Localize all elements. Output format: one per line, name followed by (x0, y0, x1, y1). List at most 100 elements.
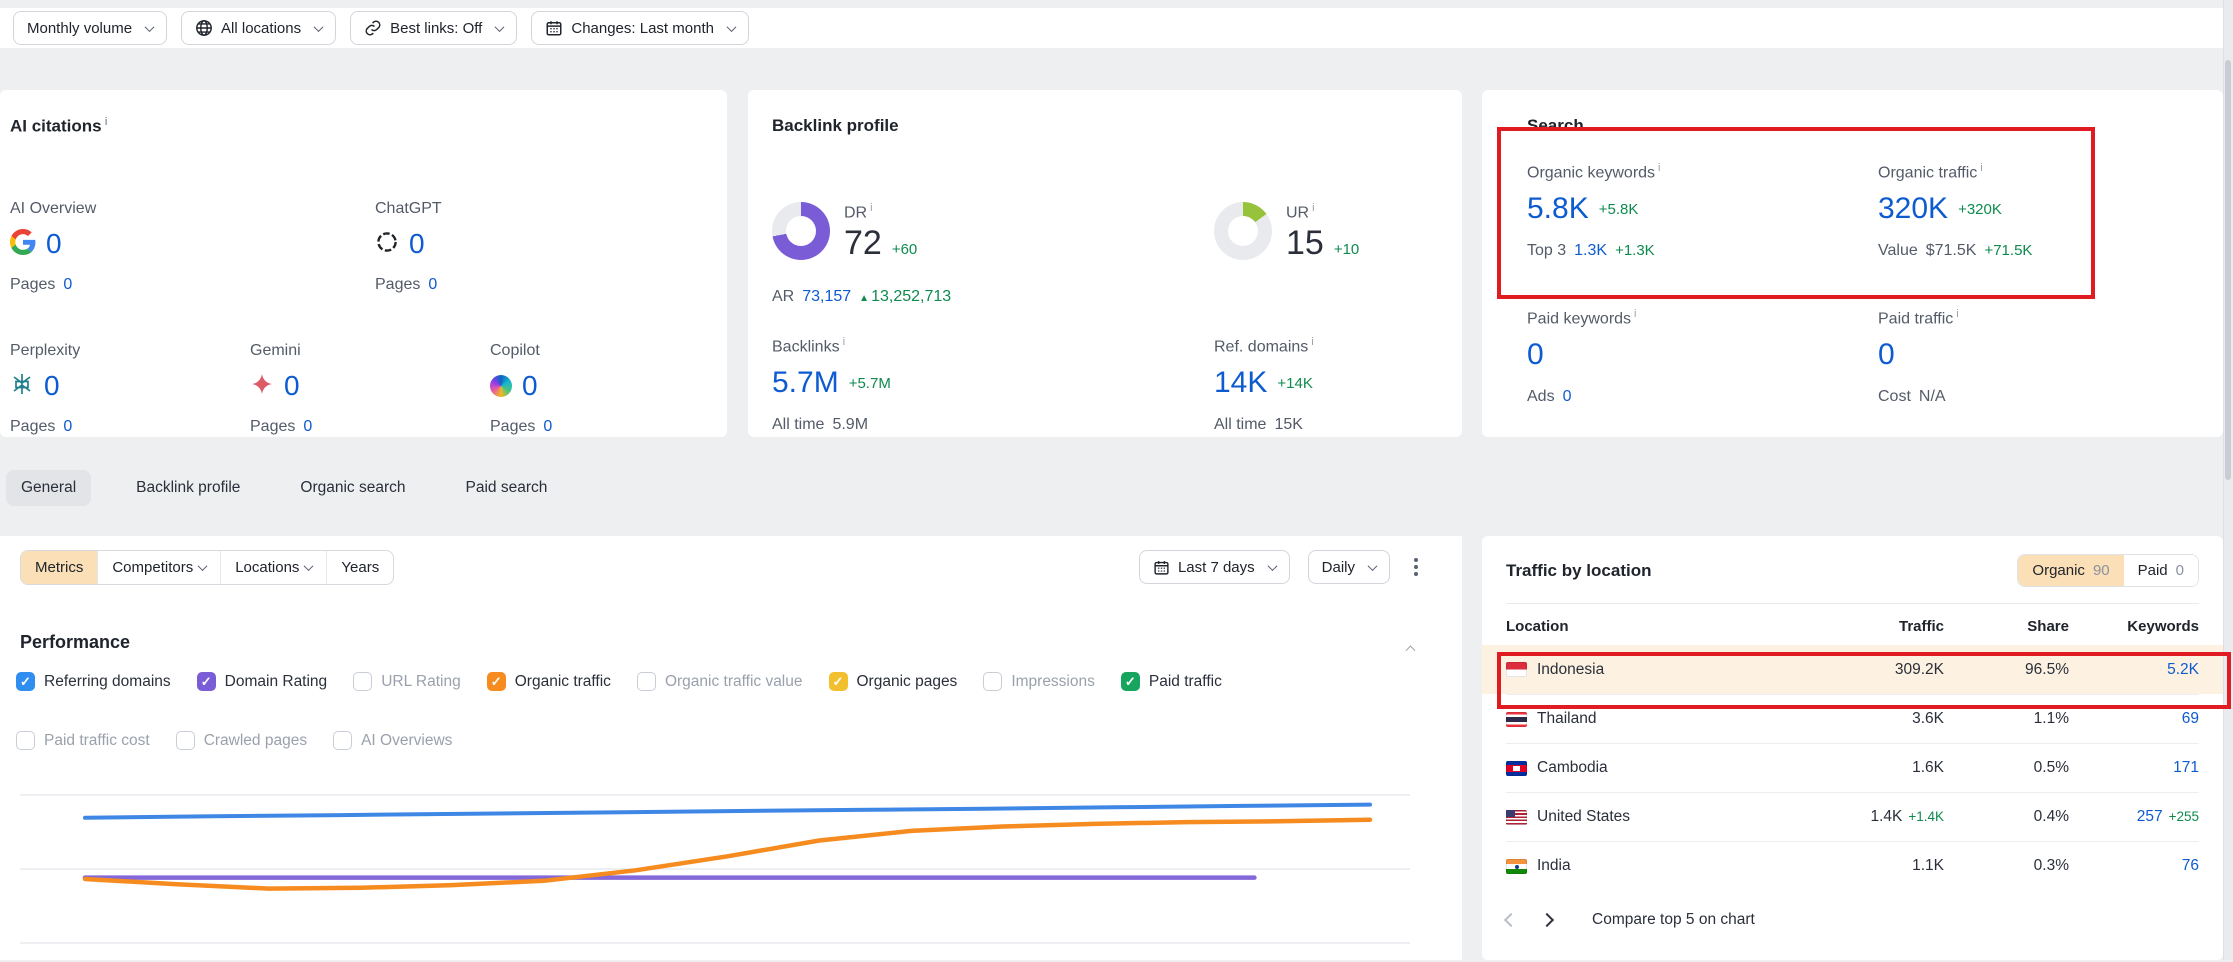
kebab-menu-icon[interactable] (1414, 565, 1418, 569)
ads-value-link[interactable]: 0 (1563, 388, 1572, 406)
checkbox-crawled-pages[interactable]: Crawled pages (176, 731, 307, 750)
monthly-volume-filter[interactable]: Monthly volume (13, 11, 167, 45)
date-range-button[interactable]: Last 7 days (1139, 550, 1290, 584)
table-row-india[interactable]: India 1.1K 0.3% 76 (1506, 841, 2199, 890)
checkbox-icon (176, 731, 195, 750)
pages-count-link[interactable]: 0 (543, 418, 552, 436)
info-icon[interactable] (105, 116, 108, 128)
paid-traffic-value-link[interactable]: 0 (1878, 338, 1895, 372)
checkbox-impressions[interactable]: Impressions (983, 672, 1095, 691)
paid-traffic-label: Paid traffic (1878, 308, 1959, 328)
gemini-value[interactable]: 0 (284, 370, 300, 402)
col-share: Share (1944, 618, 2069, 635)
perplexity-value[interactable]: 0 (44, 370, 60, 402)
table-row-thailand[interactable]: Thailand 3.6K 1.1% 69 (1506, 694, 2199, 743)
collapse-section-button[interactable] (1401, 638, 1414, 656)
scrollbar-thumb[interactable] (2225, 60, 2231, 480)
compare-top5-link[interactable]: Compare top 5 on chart (1592, 911, 1755, 929)
info-icon[interactable] (1311, 336, 1313, 348)
toggle-organic[interactable]: Organic90 (2018, 555, 2123, 586)
checkbox-paid-traffic[interactable]: Paid traffic (1121, 672, 1222, 691)
pages-count-link[interactable]: 0 (63, 418, 72, 436)
keywords-cell-link[interactable]: 69 (2069, 710, 2199, 728)
changes-filter[interactable]: Changes: Last month (531, 11, 749, 45)
granularity-label: Daily (1322, 559, 1355, 576)
previous-page-button[interactable] (1504, 913, 1518, 927)
ai-overview-value[interactable]: 0 (46, 228, 62, 260)
checkbox-organic-traffic-value[interactable]: Organic traffic value (637, 672, 803, 691)
checkbox-url-rating[interactable]: URL Rating (353, 672, 461, 691)
ar-value-link[interactable]: 73,157 (802, 288, 851, 306)
paid-keywords-value-link[interactable]: 0 (1527, 338, 1544, 372)
ahrefs-rank-line: AR 73,157 13,252,713 (772, 288, 951, 306)
tab-general[interactable]: General (6, 470, 91, 506)
keywords-cell-link[interactable]: 171 (2069, 759, 2199, 777)
domain-rating-block: DR 72+60 (772, 202, 917, 263)
toggle-paid[interactable]: Paid0 (2124, 555, 2198, 586)
copilot-value[interactable]: 0 (522, 370, 538, 402)
gemini-icon (250, 372, 274, 401)
pages-count-link[interactable]: 0 (428, 276, 437, 294)
keywords-cell-link[interactable]: 76 (2069, 857, 2199, 875)
checkbox-domain-rating[interactable]: Domain Rating (197, 672, 328, 691)
referring-domains-line (85, 805, 1370, 818)
chatgpt-value[interactable]: 0 (409, 228, 425, 260)
locations-filter[interactable]: All locations (181, 11, 336, 45)
chevron-down-icon (727, 22, 737, 32)
table-row-indonesia[interactable]: Indonesia 309.2K 96.5% 5.2K (1482, 645, 2223, 694)
share-cell: 96.5% (1944, 661, 2069, 679)
keywords-delta: +255 (2169, 809, 2199, 824)
gemini-label: Gemini (250, 342, 312, 360)
copilot-label: Copilot (490, 342, 552, 360)
gemini-stat: Gemini 0 Pages0 (250, 342, 312, 436)
segment-metrics[interactable]: Metrics (21, 551, 97, 584)
link-icon (364, 19, 382, 37)
tab-organic-search[interactable]: Organic search (285, 470, 420, 506)
segment-competitors[interactable]: Competitors (97, 551, 220, 584)
info-icon[interactable] (1956, 308, 1958, 320)
checkbox-ai-overviews[interactable]: AI Overviews (333, 731, 452, 750)
best-links-filter[interactable]: Best links: Off (350, 11, 517, 45)
checkbox-icon (333, 731, 352, 750)
backlink-profile-title: Backlink profile (772, 116, 1438, 136)
segment-locations[interactable]: Locations (220, 551, 326, 584)
organic-traffic-label: Organic traffic (1878, 162, 2032, 182)
pages-count-link[interactable]: 0 (63, 276, 72, 294)
ref-domains-value-link[interactable]: 14K (1214, 366, 1267, 400)
info-icon[interactable] (1634, 308, 1636, 320)
info-icon[interactable] (843, 336, 845, 348)
pages-count-link[interactable]: 0 (303, 418, 312, 436)
keywords-cell-link[interactable]: 5.2K (2069, 661, 2199, 679)
chart-controls: Last 7 days Daily (1139, 550, 1424, 584)
table-row-united-states[interactable]: United States 1.4K+1.4K 0.4% 257+255 (1506, 792, 2199, 841)
segment-years[interactable]: Years (326, 551, 393, 584)
info-icon[interactable] (1658, 162, 1660, 174)
backlink-profile-card: Backlink profile DR 72+60 AR 73,157 13,2… (748, 90, 1462, 437)
traffic-cell: 1.6K (1794, 759, 1944, 777)
table-row-cambodia[interactable]: Cambodia 1.6K 0.5% 171 (1506, 743, 2199, 792)
copilot-stat: Copilot 0 Pages0 (490, 342, 552, 436)
ai-citations-title: AI citations (10, 116, 703, 137)
granularity-button[interactable]: Daily (1308, 550, 1390, 584)
info-icon[interactable] (1980, 162, 1982, 174)
info-icon[interactable] (1312, 202, 1314, 214)
checkbox-organic-pages[interactable]: Organic pages (829, 672, 958, 691)
keywords-cell-link[interactable]: 257 (2137, 808, 2163, 825)
next-page-button[interactable] (1540, 913, 1554, 927)
info-icon[interactable] (870, 202, 872, 214)
top3-value-link[interactable]: 1.3K (1574, 242, 1607, 260)
best-links-label: Best links: Off (390, 20, 482, 37)
organic-keywords-value-link[interactable]: 5.8K (1527, 192, 1589, 226)
organic-paid-toggle: Organic90 Paid0 (2017, 554, 2199, 587)
organic-traffic-value-link[interactable]: 320K (1878, 192, 1948, 226)
traffic-by-location-title: Traffic by location (1506, 561, 1651, 581)
chevron-down-icon (198, 561, 208, 571)
checkbox-organic-traffic[interactable]: Organic traffic (487, 672, 611, 691)
scrollbar-track[interactable] (2223, 0, 2233, 960)
backlinks-value-link[interactable]: 5.7M (772, 366, 839, 400)
tab-paid-search[interactable]: Paid search (451, 470, 563, 506)
checkbox-referring-domains[interactable]: Referring domains (16, 672, 171, 691)
ur-delta: +10 (1334, 241, 1359, 258)
checkbox-paid-traffic-cost[interactable]: Paid traffic cost (16, 731, 150, 750)
tab-backlink-profile[interactable]: Backlink profile (121, 470, 255, 506)
